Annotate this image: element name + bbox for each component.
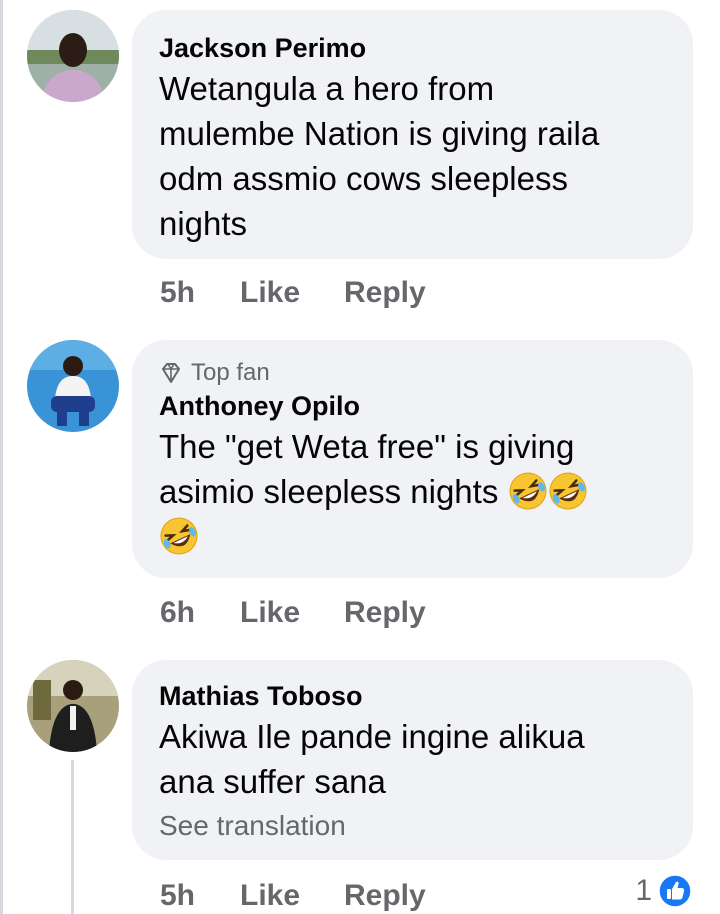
reply-button[interactable]: Reply	[344, 276, 426, 310]
avatar-anthoney-opilo[interactable]	[27, 340, 119, 432]
comment-bubble-1: Jackson Perimo Wetangula a hero from mul…	[132, 10, 693, 259]
comment-bubble-2: Top fan Anthoney Opilo The "get Weta fre…	[132, 340, 693, 578]
see-translation-link[interactable]: See translation	[159, 806, 667, 846]
comment-text-line: Wetangula a hero from	[159, 70, 495, 107]
rolling-laughing-emoji	[160, 517, 198, 555]
comment-actions-1: 5h Like Reply	[160, 276, 426, 310]
badge-label: Top fan	[191, 359, 270, 386]
like-button[interactable]: Like	[240, 879, 344, 913]
comment-text-line-with-emoji: asimio sleepless nights	[159, 469, 667, 514]
top-fan-badge: Top fan	[159, 358, 667, 388]
comment-text: Akiwa Ile pande ingine alikua ana suffer…	[159, 714, 667, 804]
comment-author[interactable]: Mathias Toboso	[159, 680, 667, 712]
comment-text-line: asimio sleepless nights	[159, 473, 499, 510]
rolling-laughing-emoji	[509, 472, 547, 510]
comment-actions-3: 5h Like Reply	[160, 879, 426, 913]
left-border-line	[0, 0, 3, 914]
comment-text-line: nights	[159, 205, 248, 242]
thumbs-up-icon	[658, 874, 692, 908]
reply-button[interactable]: Reply	[344, 879, 426, 913]
comment-text-line: odm assmio cows sleepless	[159, 160, 568, 197]
comment-time[interactable]: 5h	[160, 276, 240, 310]
comment-text-line-emoji	[159, 514, 667, 559]
comment-text-line: The "get Weta free" is giving	[159, 428, 575, 465]
comment-text-line: Akiwa Ile pande ingine alikua	[159, 718, 585, 755]
diamond-icon	[162, 363, 180, 383]
thread-connector-line	[71, 760, 74, 914]
reply-button[interactable]: Reply	[344, 596, 426, 630]
comment-text: Wetangula a hero from mulembe Nation is …	[159, 66, 667, 246]
comment-text-line: mulembe Nation is giving raila	[159, 115, 600, 152]
reaction-summary[interactable]: 1	[635, 874, 692, 908]
comment-text: The "get Weta free" is giving asimio sle…	[159, 424, 667, 559]
comment-text-line: ana suffer sana	[159, 763, 386, 800]
comment-actions-2: 6h Like Reply	[160, 596, 426, 630]
rolling-laughing-emoji	[549, 472, 587, 510]
comment-bubble-3: Mathias Toboso Akiwa Ile pande ingine al…	[132, 660, 693, 860]
like-button[interactable]: Like	[240, 276, 344, 310]
avatar-mathias-toboso[interactable]	[27, 660, 119, 752]
comment-time[interactable]: 5h	[160, 879, 240, 913]
like-button[interactable]: Like	[240, 596, 344, 630]
comment-author[interactable]: Anthoney Opilo	[159, 390, 667, 422]
avatar-jackson-perimo[interactable]	[27, 10, 119, 102]
reaction-count: 1	[635, 874, 652, 907]
comment-time[interactable]: 6h	[160, 596, 240, 630]
comment-author[interactable]: Jackson Perimo	[159, 32, 667, 64]
